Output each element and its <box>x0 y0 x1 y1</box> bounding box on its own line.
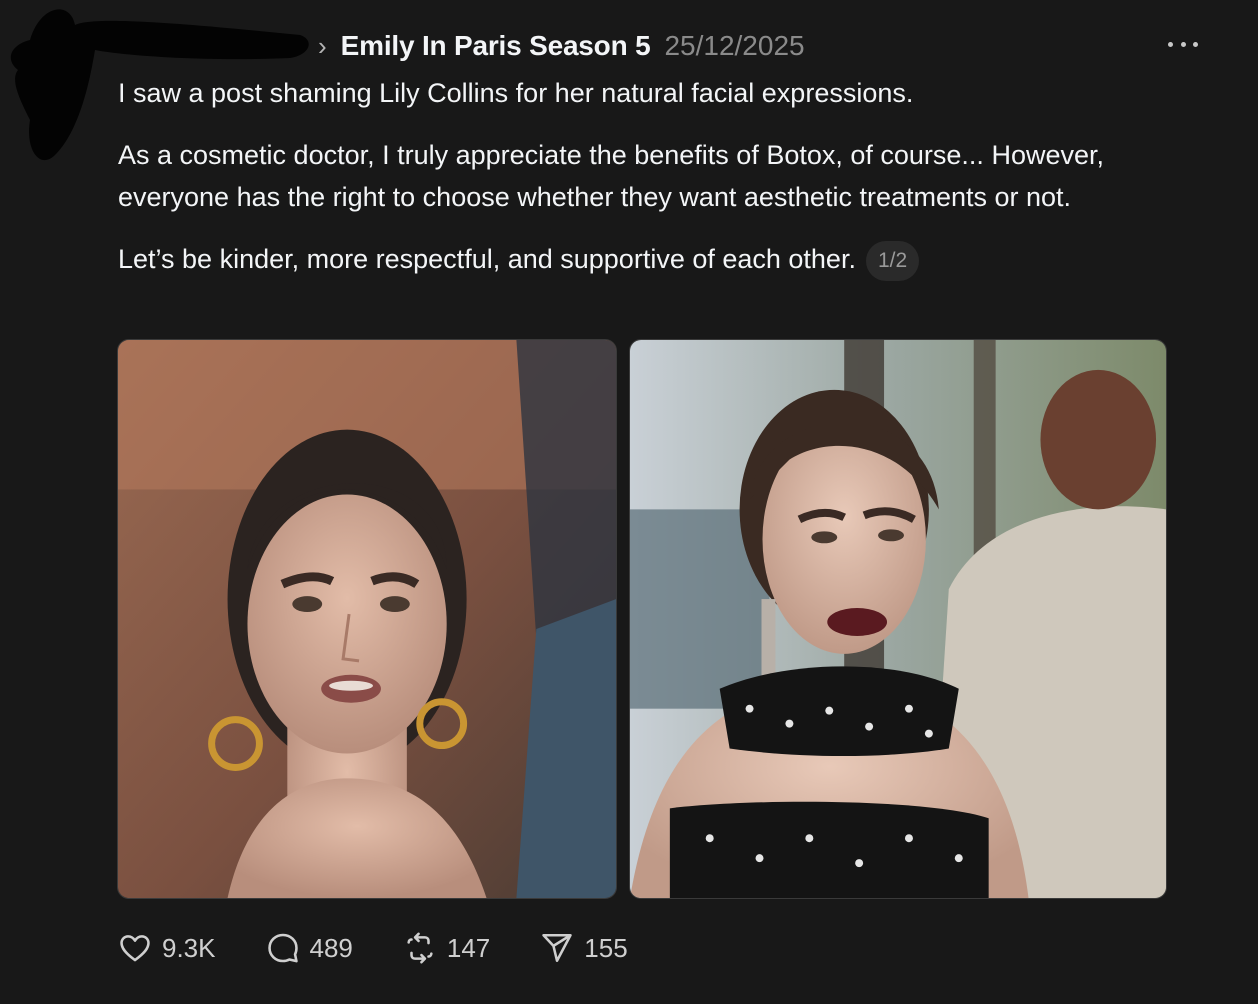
comment-icon <box>267 933 298 963</box>
post-image-2[interactable] <box>629 339 1167 899</box>
chevron-right-icon: › <box>318 31 327 61</box>
more-options-icon[interactable] <box>1168 34 1198 54</box>
topic-tag[interactable]: Emily In Paris Season 5 <box>341 30 651 62</box>
share-button[interactable]: 155 <box>540 931 628 965</box>
reply-button[interactable]: 489 <box>266 931 353 965</box>
heart-icon <box>120 935 150 962</box>
send-icon <box>542 933 573 963</box>
post-paragraph-text: Let’s be kinder, more respectful, and su… <box>118 244 856 274</box>
post-image-1[interactable] <box>117 339 617 899</box>
post-header: › Emily In Paris Season 5 25/12/2025 <box>318 26 805 66</box>
repost-count: 147 <box>446 932 491 963</box>
action-bar: 9.3K 489 147 155 <box>118 926 678 970</box>
share-count: 155 <box>584 932 628 963</box>
thread-post: › Emily In Paris Season 5 25/12/2025 I s… <box>0 0 1258 1004</box>
post-date: 25/12/2025 <box>664 30 805 61</box>
like-button[interactable]: 9.3K <box>118 931 216 965</box>
post-paragraph: Let’s be kinder, more respectful, and su… <box>118 238 1178 281</box>
post-paragraph: As a cosmetic doctor, I truly appreciate… <box>118 140 1104 212</box>
reply-count: 489 <box>309 932 353 963</box>
post-paragraph: I saw a post shaming Lily Collins for he… <box>118 78 914 108</box>
post-body: I saw a post shaming Lily Collins for he… <box>118 72 1178 301</box>
like-count: 9.3K <box>162 932 216 963</box>
thread-counter-badge: 1/2 <box>865 240 920 281</box>
repost-icon <box>407 932 433 964</box>
repost-button[interactable]: 147 <box>403 931 490 965</box>
